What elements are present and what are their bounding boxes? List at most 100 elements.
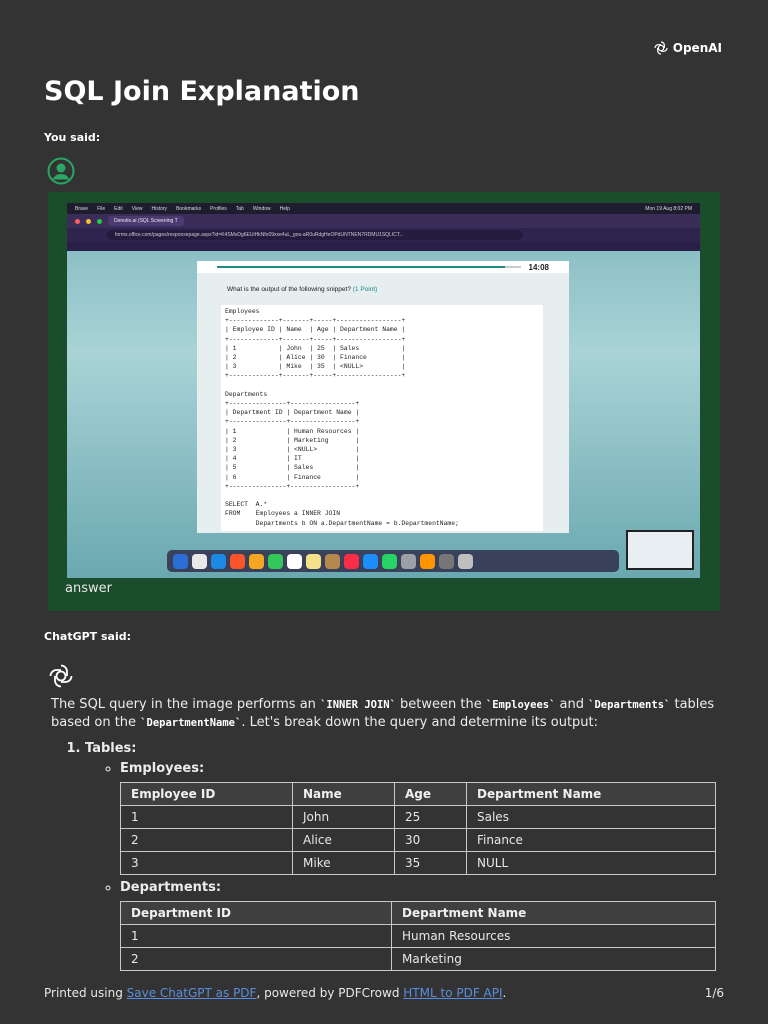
table-cell: Human Resources (391, 924, 716, 948)
table-cell: 1 (120, 924, 392, 948)
footer-text: . (502, 986, 507, 1000)
menubar-clock: Mon 19 Aug 8:02 PM (645, 205, 692, 212)
menubar-item: Help (279, 205, 290, 212)
table-cell: 25 (394, 805, 467, 829)
brand-name: OpenAI (672, 41, 722, 55)
table-cell: Mike (292, 851, 395, 875)
chatgpt-avatar-icon (49, 664, 73, 688)
table-row: 2 Marketing (120, 947, 716, 971)
facetime-icon (268, 553, 283, 569)
chrome-icon (249, 553, 264, 569)
inline-code: `Departments` (588, 699, 671, 711)
close-window-icon (75, 218, 80, 224)
table-cell: 1 (120, 805, 293, 829)
column-header: Department ID (120, 901, 392, 925)
tables-sublist: Employees: Employee ID Name Age Departme… (85, 760, 721, 971)
footer-text: Printed using (44, 986, 127, 1000)
table-cell: Alice (292, 828, 395, 852)
page-title: SQL Join Explanation (44, 76, 360, 107)
table-row: 3 Mike 35 NULL (120, 851, 716, 875)
brave-icon (230, 553, 245, 569)
column-header: Age (394, 782, 467, 806)
departments-item: Departments: Department ID Department Na… (120, 879, 721, 971)
quiz-panel: 14:08 What is the output of the followin… (197, 261, 569, 533)
steps-list: Tables: Employees: Employee ID Name Age … (51, 740, 721, 971)
table-row: 1 Human Resources (120, 924, 716, 948)
table-row: 1 John 25 Sales (120, 805, 716, 829)
trash-icon (458, 553, 473, 569)
step-label: Tables: (85, 741, 137, 756)
user-role-label: You said: (44, 131, 101, 144)
assistant-role-label: ChatGPT said: (44, 630, 132, 643)
save-chatgpt-pdf-link[interactable]: Save ChatGPT as PDF (127, 986, 257, 1000)
table-row: 2 Alice 30 Finance (120, 828, 716, 852)
table-cell: 3 (120, 851, 293, 875)
assistant-message: The SQL query in the image performs an `… (51, 696, 721, 975)
employees-table: Employee ID Name Age Department Name 1 J… (120, 782, 716, 875)
page-number: 1/6 (704, 986, 724, 1000)
calendar-icon (287, 553, 302, 569)
menubar-item: Edit (114, 205, 123, 212)
menubar-item: View (131, 205, 143, 212)
app-icon (420, 553, 435, 569)
menubar-item: File (97, 205, 106, 212)
menubar-item: Tab (235, 205, 244, 212)
user-avatar-icon (47, 157, 75, 185)
column-header: Department Name (391, 901, 716, 925)
user-message-text: answer (65, 581, 112, 596)
mac-dock (167, 550, 619, 572)
quiz-code-snippet: Employees +-------------+-------+-----+-… (221, 305, 543, 531)
openai-logo: OpenAI (653, 40, 722, 56)
intro-text: between the (395, 697, 486, 712)
table-cell: 2 (120, 828, 293, 852)
safari-icon (211, 553, 226, 569)
inline-code: `DepartmentName` (140, 717, 242, 729)
table-cell: Marketing (391, 947, 716, 971)
question-text: What is the output of the following snip… (227, 286, 351, 293)
employees-label: Employees: (120, 761, 205, 776)
table-cell: 30 (394, 828, 467, 852)
departments-table: Department ID Department Name 1 Human Re… (120, 901, 716, 971)
table-cell: Finance (466, 828, 716, 852)
app-store-icon (363, 553, 378, 569)
table-header-row: Department ID Department Name (120, 901, 716, 925)
table-cell: Sales (466, 805, 716, 829)
footer-text: , powered by PDFCrowd (256, 986, 404, 1000)
table-cell: 2 (120, 947, 392, 971)
launchpad-icon (192, 553, 207, 569)
table-cell: 35 (394, 851, 467, 875)
table-cell: John (292, 805, 395, 829)
maximize-window-icon (97, 218, 102, 224)
folder-icon (325, 553, 340, 569)
column-header: Department Name (466, 782, 716, 806)
attached-screenshot[interactable]: Brave File Edit View History Bookmarks P… (67, 203, 700, 578)
browser-tab: Denotio.ai (SQL Screening T (108, 216, 184, 226)
menubar-item: History (151, 205, 168, 212)
question-points: (1 Point) (352, 286, 378, 293)
openai-icon (654, 41, 668, 55)
minimize-window-icon (86, 218, 91, 224)
html-to-pdf-link[interactable]: HTML to PDF API (403, 986, 502, 1000)
menubar-item: Bookmarks (176, 205, 202, 212)
finder-icon (173, 553, 188, 569)
intro-text: The SQL query in the image performs an (51, 697, 321, 712)
browser-urlbar: forms.office.com/pages/responsepage.aspx… (67, 228, 700, 242)
menubar-item: Window (252, 205, 271, 212)
screenshot-thumbnail (626, 530, 694, 570)
bookmarks-bar (67, 242, 700, 251)
quiz-timer: 14:08 (528, 262, 549, 272)
inline-code: `INNER JOIN` (320, 699, 396, 711)
music-icon (344, 553, 359, 569)
user-message: Brave File Edit View History Bookmarks P… (48, 192, 720, 611)
settings-icon (401, 553, 416, 569)
notes-icon (306, 553, 321, 569)
mac-menubar: Brave File Edit View History Bookmarks P… (67, 203, 700, 214)
column-header: Employee ID (120, 782, 293, 806)
browser-tabbar: Denotio.ai (SQL Screening T (67, 214, 700, 228)
step-tables: Tables: Employees: Employee ID Name Age … (85, 740, 721, 971)
url-text: forms.office.com/pages/responsepage.aspx… (107, 230, 523, 240)
calculator-icon (439, 553, 454, 569)
intro-text: and (555, 697, 589, 712)
quiz-question: What is the output of the following snip… (227, 286, 377, 293)
progress-fill (217, 266, 506, 268)
